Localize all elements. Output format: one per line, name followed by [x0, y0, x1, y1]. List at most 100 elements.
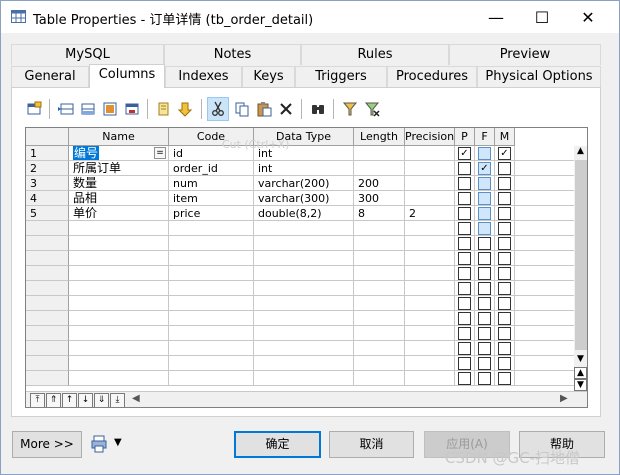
cell-name[interactable] [69, 296, 169, 311]
checkbox-f[interactable] [478, 327, 491, 340]
checkbox-m-checked[interactable]: ✓ [498, 147, 511, 160]
move-down-page-button[interactable]: ⇓ [94, 393, 109, 407]
paste-button[interactable] [253, 97, 275, 121]
scroll-first-icon[interactable]: ▲ [574, 367, 587, 379]
row-header[interactable]: 4 [26, 191, 69, 206]
cell-precision[interactable] [405, 161, 455, 176]
properties-button[interactable] [23, 97, 45, 121]
cell-length[interactable]: 300 [354, 191, 405, 206]
selected-name-text[interactable]: 编号 [73, 146, 100, 160]
cell-length[interactable] [354, 281, 405, 296]
row-header[interactable] [26, 281, 69, 296]
tab-mysql[interactable]: MySQL [11, 44, 164, 65]
reuse-columns-button[interactable] [121, 97, 143, 121]
cell-code[interactable] [169, 251, 254, 266]
cell-name[interactable] [69, 341, 169, 356]
move-down-button[interactable]: ↓ [78, 393, 93, 407]
checkbox-p[interactable] [458, 327, 471, 340]
checkbox-f[interactable] [478, 342, 491, 355]
tab-physical-options[interactable]: Physical Options [477, 66, 601, 87]
cell-name[interactable]: 数量 [69, 176, 169, 191]
cell-name[interactable]: 编号 = [69, 146, 169, 161]
tab-triggers[interactable]: Triggers [295, 66, 387, 87]
row-header[interactable]: 5 [26, 206, 69, 221]
cell-name[interactable] [69, 371, 169, 386]
cell-type[interactable] [254, 371, 354, 386]
move-up-page-button[interactable]: ⇑ [46, 393, 61, 407]
row-header[interactable]: 2 [26, 161, 69, 176]
filter-clear-button[interactable] [361, 97, 383, 121]
checkbox-f[interactable] [478, 207, 491, 220]
cell-type[interactable] [254, 311, 354, 326]
scroll-last-icon[interactable]: ▼ [574, 379, 587, 391]
checkbox-f-checked[interactable]: ✓ [478, 162, 491, 175]
checkbox-p[interactable] [458, 282, 471, 295]
checkbox-p[interactable] [458, 252, 471, 265]
checkbox-p-checked[interactable]: ✓ [458, 147, 471, 160]
cell-precision[interactable] [405, 356, 455, 371]
cancel-button[interactable]: 取消 [329, 431, 414, 458]
checkbox-m[interactable] [498, 312, 511, 325]
row-header[interactable] [26, 251, 69, 266]
cell-precision[interactable] [405, 371, 455, 386]
cell-name[interactable]: 所属订单 [69, 161, 169, 176]
header-name[interactable]: Name [69, 128, 169, 146]
checkbox-p[interactable] [458, 162, 471, 175]
checkbox-p[interactable] [458, 222, 471, 235]
cell-name[interactable]: 品相 [69, 191, 169, 206]
cell-code[interactable] [169, 236, 254, 251]
header-m[interactable]: M [495, 128, 515, 146]
row-header[interactable] [26, 356, 69, 371]
header-length[interactable]: Length [354, 128, 405, 146]
checkbox-f[interactable] [478, 312, 491, 325]
cell-name[interactable] [69, 326, 169, 341]
cell-precision[interactable] [405, 221, 455, 236]
cell-code[interactable]: price [169, 206, 254, 221]
tab-notes[interactable]: Notes [164, 44, 301, 65]
checkbox-m[interactable] [498, 252, 511, 265]
checkbox-f[interactable] [478, 372, 491, 385]
cell-type[interactable] [254, 221, 354, 236]
cell-precision[interactable] [405, 251, 455, 266]
checkbox-m[interactable] [498, 237, 511, 250]
cell-code[interactable] [169, 281, 254, 296]
cell-code[interactable] [169, 311, 254, 326]
tab-columns[interactable]: Columns [89, 64, 165, 88]
checkbox-f[interactable] [478, 177, 491, 190]
row-header[interactable]: 1 [26, 146, 69, 161]
checkbox-p[interactable] [458, 237, 471, 250]
cell-precision[interactable] [405, 146, 455, 161]
checkbox-m[interactable] [498, 192, 511, 205]
cell-code[interactable] [169, 296, 254, 311]
checkbox-f[interactable] [478, 297, 491, 310]
cell-length[interactable] [354, 356, 405, 371]
tab-preview[interactable]: Preview [449, 44, 601, 65]
cell-code[interactable]: order_id [169, 161, 254, 176]
add-columns-button[interactable] [99, 97, 121, 121]
tab-indexes[interactable]: Indexes [165, 66, 242, 87]
filter-button[interactable] [175, 97, 197, 121]
ok-button[interactable]: 确定 [234, 431, 321, 458]
checkbox-p[interactable] [458, 267, 471, 280]
cell-code[interactable]: num [169, 176, 254, 191]
checkbox-m[interactable] [498, 162, 511, 175]
cell-precision[interactable] [405, 191, 455, 206]
more-button[interactable]: More >> [12, 431, 82, 458]
name-code-sync-button[interactable]: = [154, 147, 166, 159]
checkbox-m[interactable] [498, 327, 511, 340]
tab-keys[interactable]: Keys [242, 66, 295, 87]
cell-precision[interactable] [405, 176, 455, 191]
cell-name[interactable] [69, 236, 169, 251]
cell-precision[interactable] [405, 236, 455, 251]
cell-code[interactable] [169, 341, 254, 356]
cell-type[interactable] [254, 341, 354, 356]
cell-length[interactable] [354, 251, 405, 266]
row-header[interactable] [26, 311, 69, 326]
checkbox-m[interactable] [498, 207, 511, 220]
find-button[interactable] [153, 97, 175, 121]
cell-length[interactable] [354, 341, 405, 356]
cell-code[interactable] [169, 326, 254, 341]
checkbox-f[interactable] [478, 282, 491, 295]
checkbox-m[interactable] [498, 222, 511, 235]
cell-type[interactable]: int [254, 161, 354, 176]
